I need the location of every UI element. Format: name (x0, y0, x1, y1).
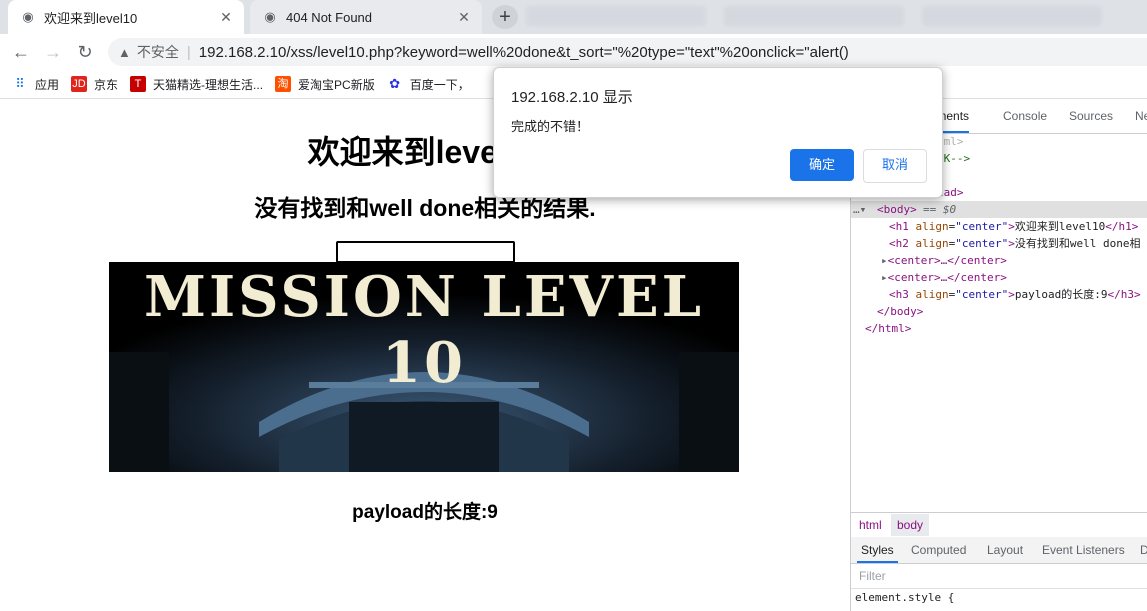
dom-center-text: <center>…</center> (887, 254, 1007, 267)
baidu-paw-icon: ✿ (389, 76, 401, 91)
address-bar[interactable]: ▲ 不安全 | 192.168.2.10/xss/level10.php?key… (108, 38, 1147, 66)
tab-network[interactable]: Ne (1135, 109, 1147, 123)
alert-dialog: 192.168.2.10 显示 完成的不错！ 确定 取消 (493, 67, 943, 198)
dom-html-close[interactable]: </html> (865, 320, 911, 337)
tab-sources[interactable]: Sources (1069, 109, 1113, 123)
tab-title: 欢迎来到level10 (44, 10, 138, 26)
url-text[interactable]: 192.168.2.10/xss/level10.php?keyword=wel… (199, 44, 849, 61)
tab-title: 404 Not Found (286, 9, 373, 25)
reload-icon[interactable]: ↻ (72, 40, 98, 64)
bookmark-label: 天猫精选-理想生活... (153, 77, 264, 92)
new-tab-button[interactable]: + (492, 5, 518, 29)
dom-center-text: <center>…</center> (887, 271, 1007, 284)
globe-icon: ◉ (264, 9, 276, 24)
tab-event-listeners[interactable]: Event Listeners (1042, 543, 1125, 557)
dom-h3-text: payload的长度:9 (1014, 288, 1108, 301)
apps-grid-icon: ⠿ (15, 76, 25, 91)
dom-h2[interactable]: <h2 align="center">没有找到和well done相 (889, 235, 1140, 252)
dom-body-open[interactable]: <body> (877, 201, 917, 218)
bookmark-label: 百度一下， (409, 77, 470, 92)
bookmark-baidu[interactable]: ✿ 百度一下， (387, 76, 470, 93)
payload-length: payload的长度:9 (352, 502, 498, 523)
security-label[interactable]: 不安全 (137, 42, 179, 62)
ok-button[interactable]: 确定 (790, 149, 854, 181)
expand-triangle-icon[interactable]: ▸ (881, 271, 888, 284)
dom-body-close[interactable]: </body> (877, 303, 923, 320)
tab-level10[interactable]: ◉ 欢迎来到level10 ✕ (8, 0, 244, 34)
search-input[interactable] (336, 241, 515, 263)
tab-dom-breakpoints[interactable]: D (1140, 543, 1147, 557)
dom-h1-text: 欢迎来到level10 (1014, 220, 1106, 233)
element-style-rule: element.style { (855, 591, 955, 604)
dialog-message: 完成的不错！ (511, 119, 590, 134)
mission-banner-image: MISSION LEVEL 10 (109, 262, 739, 472)
tab-computed[interactable]: Computed (911, 543, 966, 557)
styles-tabs: Styles Computed Layout Event Listeners D (851, 537, 1147, 564)
dialog-title: 192.168.2.10 显示 (511, 89, 633, 106)
tab-404[interactable]: ◉ 404 Not Found ✕ (250, 0, 482, 34)
tmall-icon: T (130, 76, 147, 92)
breadcrumb-html[interactable]: html (859, 518, 882, 532)
dom-h1[interactable]: <h1 align="center">欢迎来到level10</h1> (889, 218, 1138, 235)
bookmark-label: 京东 (94, 77, 119, 92)
tab-label: Styles (861, 543, 894, 557)
tab-strip: ◉ 欢迎来到level10 ✕ ◉ 404 Not Found ✕ + (0, 0, 1147, 34)
back-arrow-icon[interactable]: ← (8, 40, 34, 64)
banner-title: MISSION LEVEL 10 (143, 264, 705, 396)
dom-h2-text: 没有找到和well done相 (1014, 237, 1141, 250)
dom-center-1[interactable]: ▸<center>…</center> (881, 252, 1007, 269)
divider: | (186, 43, 191, 61)
tab-styles[interactable]: Styles (857, 543, 898, 563)
warning-triangle-icon[interactable]: ▲ (118, 45, 131, 60)
background-tab[interactable] (922, 6, 1102, 26)
dom-center-2[interactable]: ▸<center>…</center> (881, 269, 1007, 286)
breadcrumb: html body (851, 512, 1147, 538)
bookmark-taobao[interactable]: 淘 爱淘宝PC新版 (275, 76, 375, 93)
bookmark-label: 应用 (35, 77, 60, 92)
bookmark-apps[interactable]: ⠿ 应用 (12, 76, 59, 93)
expand-triangle-icon[interactable]: ▸ (881, 254, 888, 267)
tab-console[interactable]: Console (1003, 109, 1047, 123)
close-tab-icon[interactable]: ✕ (216, 9, 236, 26)
node-menu-icon[interactable]: …▾ (853, 201, 866, 218)
cancel-button[interactable]: 取消 (863, 149, 927, 183)
filter-placeholder: Filter (859, 569, 886, 583)
background-tab[interactable] (724, 6, 904, 26)
background-tabs (526, 6, 1147, 28)
bookmark-tmall[interactable]: T 天猫精选-理想生活... (130, 76, 263, 93)
jd-icon: JD (71, 76, 88, 92)
forward-arrow-icon[interactable]: → (40, 40, 66, 64)
bookmark-label: 爱淘宝PC新版 (298, 77, 375, 92)
dollar-zero-marker: == $0 (923, 203, 957, 216)
background-tab[interactable] (526, 6, 706, 26)
taobao-icon: 淘 (275, 76, 292, 92)
tab-layout[interactable]: Layout (987, 543, 1023, 557)
close-tab-icon[interactable]: ✕ (454, 9, 474, 26)
browser-toolbar: ← → ↻ ▲ 不安全 | 192.168.2.10/xss/level10.p… (0, 34, 1147, 70)
dom-h3[interactable]: <h3 align="center">payload的长度:9</h3> (889, 286, 1141, 303)
breadcrumb-body[interactable]: body (891, 514, 930, 536)
bookmark-jd[interactable]: JD 京东 (71, 76, 118, 93)
styles-filter-input[interactable]: Filter (851, 564, 1147, 589)
globe-icon: ◉ (22, 9, 34, 24)
